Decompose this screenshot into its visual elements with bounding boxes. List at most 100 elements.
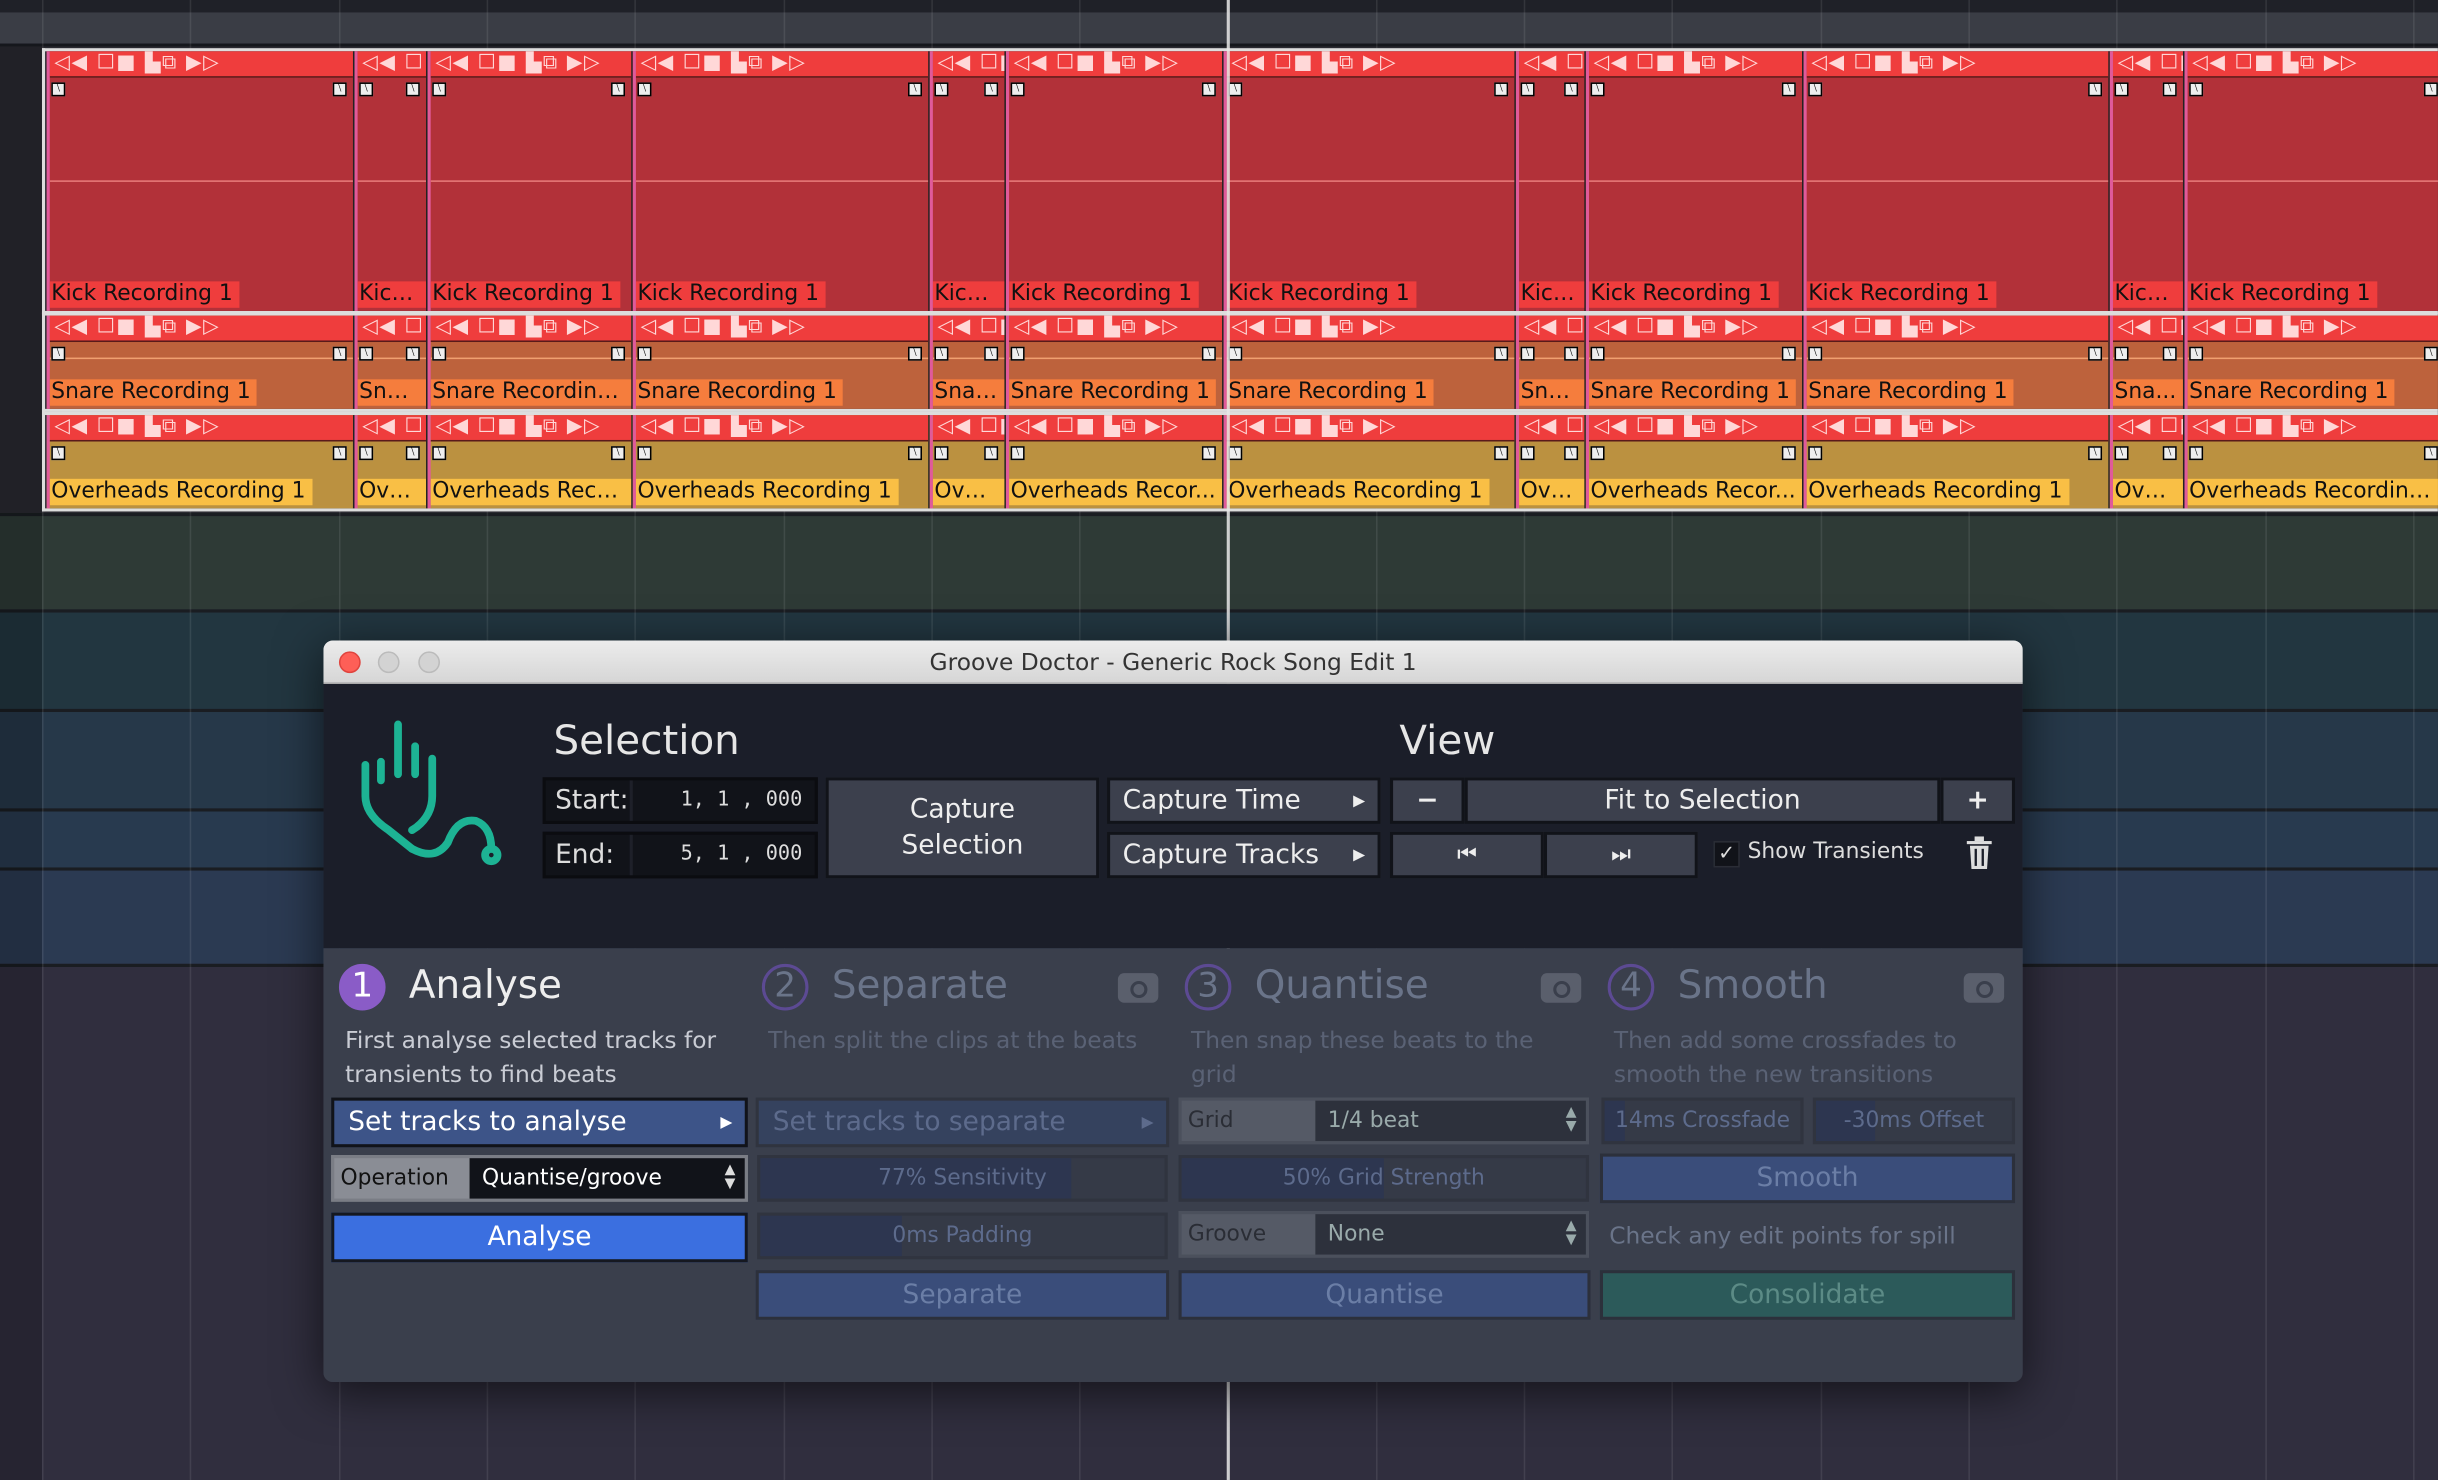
previous-transient-button[interactable]: ⏮ <box>1389 831 1544 879</box>
offset-slider[interactable]: -30ms Offset <box>1812 1097 2016 1145</box>
fade-handle-icon[interactable]: ⧵ <box>1201 346 1216 361</box>
fade-handle-icon[interactable]: ⧵ <box>2423 82 2438 97</box>
clip-header[interactable]: ◁◀ ☐■ ▙⧉ ▶▷ <box>1806 51 2109 78</box>
clip[interactable]: ◁◀ ☐■ ▙⧉ ▶▷ ⧵ ⧵ Snar... <box>929 315 1006 409</box>
clip[interactable]: ◁◀ ☐■ ▙⧉ ▶▷ ⧵ ⧵ Snare Recording 1 <box>1005 315 1224 409</box>
fade-handle-icon[interactable]: ⧵ <box>405 446 420 461</box>
fade-handle-icon[interactable]: ⧵ <box>1010 346 1025 361</box>
fade-handle-icon[interactable]: ⧵ <box>1520 346 1535 361</box>
fade-handle-icon[interactable]: ⧵ <box>432 346 447 361</box>
grid-strength-slider[interactable]: 50% Grid Strength <box>1178 1155 1590 1202</box>
fade-handle-icon[interactable]: ⧵ <box>2088 82 2103 97</box>
clip[interactable]: ◁◀ ☐■ ▙⧉ ▶▷ ⧵ ⧵ Kick Recording 1 <box>1803 51 2110 311</box>
fade-handle-icon[interactable]: ⧵ <box>432 446 447 461</box>
clip-header[interactable]: ◁◀ ☐■ ▙⧉ ▶▷ <box>635 415 929 442</box>
fade-handle-icon[interactable]: ⧵ <box>332 82 347 97</box>
clip[interactable]: ◁◀ ☐■ ▙⧉ ▶▷ ⧵ ⧵ Overheads Recor... <box>1585 415 1804 509</box>
clip-header[interactable]: ◁◀ ☐■ ▙⧉ ▶▷ <box>932 315 1004 343</box>
fade-handle-icon[interactable]: ⧵ <box>984 346 999 361</box>
clip[interactable]: ◁◀ ☐■ ▙⧉ ▶▷ ⧵ ⧵ Kick ... <box>929 51 1006 311</box>
clip-header[interactable]: ◁◀ ☐■ ▙⧉ ▶▷ <box>357 315 426 343</box>
clip[interactable]: ◁◀ ☐■ ▙⧉ ▶▷ ⧵ ⧵ Kick Recording 1 <box>1585 51 1804 311</box>
separate-button[interactable]: Separate <box>755 1270 1170 1320</box>
fade-handle-icon[interactable]: ⧵ <box>51 346 66 361</box>
trash-icon[interactable] <box>1965 836 1993 870</box>
padding-slider[interactable]: 0ms Padding <box>757 1212 1168 1260</box>
quantise-button[interactable]: Quantise <box>1178 1270 1591 1320</box>
fade-handle-icon[interactable]: ⧵ <box>1228 82 1243 97</box>
clip[interactable]: ◁◀ ☐■ ▙⧉ ▶▷ ⧵ ⧵ Kick Recording 1 <box>632 51 930 311</box>
clip[interactable]: ◁◀ ☐■ ▙⧉ ▶▷ ⧵ ⧵ Snare Recording 1 <box>46 315 355 409</box>
sensitivity-slider[interactable]: 77% Sensitivity <box>757 1155 1168 1202</box>
fade-handle-icon[interactable]: ⧵ <box>1808 346 1823 361</box>
fade-handle-icon[interactable]: ⧵ <box>984 446 999 461</box>
ruler[interactable] <box>0 12 2438 47</box>
fade-handle-icon[interactable]: ⧵ <box>1201 446 1216 461</box>
clip[interactable]: ◁◀ ☐■ ▙⧉ ▶▷ ⧵ ⧵ Sna... <box>2109 315 2185 409</box>
next-transient-button[interactable]: ⏭ <box>1543 831 1698 879</box>
fade-handle-icon[interactable]: ⧵ <box>405 346 420 361</box>
fade-handle-icon[interactable]: ⧵ <box>2423 346 2438 361</box>
fade-handle-icon[interactable]: ⧵ <box>934 346 949 361</box>
title-bar[interactable]: Groove Doctor - Generic Rock Song Edit 1 <box>323 640 2023 685</box>
clip-header[interactable]: ◁◀ ☐■ ▙⧉ ▶▷ <box>1226 51 1515 78</box>
clip[interactable]: ◁◀ ☐■ ▙⧉ ▶▷ ⧵ ⧵ Sna... <box>1515 315 1586 409</box>
clip-header[interactable]: ◁◀ ☐■ ▙⧉ ▶▷ <box>2112 415 2183 442</box>
fade-handle-icon[interactable]: ⧵ <box>984 82 999 97</box>
fit-to-selection-button[interactable]: Fit to Selection <box>1464 777 1941 824</box>
analyse-button[interactable]: Analyse <box>331 1212 748 1263</box>
fade-handle-icon[interactable]: ⧵ <box>1590 446 1605 461</box>
grid-select[interactable]: Grid 1/4 beat ▲ ▼ <box>1178 1097 1590 1145</box>
capture-tracks-button[interactable]: Capture Tracks ▶ <box>1107 831 1381 879</box>
fade-handle-icon[interactable]: ⧵ <box>51 446 66 461</box>
clip[interactable]: ◁◀ ☐■ ▙⧉ ▶▷ ⧵ ⧵ Snare Recording 1 <box>632 315 930 409</box>
clip[interactable]: ◁◀ ☐■ ▙⧉ ▶▷ ⧵ ⧵ Snare Recording 1 <box>2184 315 2438 409</box>
clip[interactable]: ◁◀ ☐■ ▙⧉ ▶▷ ⧵ ⧵ Overheads Recording 1 <box>632 415 930 509</box>
crossfade-slider[interactable]: 14ms Crossfade <box>1601 1097 1804 1145</box>
clip-header[interactable]: ◁◀ ☐■ ▙⧉ ▶▷ <box>932 51 1004 78</box>
fade-handle-icon[interactable]: ⧵ <box>1564 82 1579 97</box>
clip[interactable]: ◁◀ ☐■ ▙⧉ ▶▷ ⧵ ⧵ Kick ... <box>354 51 428 311</box>
fade-handle-icon[interactable]: ⧵ <box>1590 82 1605 97</box>
fade-handle-icon[interactable]: ⧵ <box>432 82 447 97</box>
capture-selection-button[interactable]: Capture Selection <box>825 777 1100 879</box>
smooth-button[interactable]: Smooth <box>1599 1153 2016 1204</box>
camera-snapshot-icon[interactable] <box>1117 973 1159 1003</box>
groove-select[interactable]: Groove None ▲ ▼ <box>1178 1211 1590 1258</box>
fade-handle-icon[interactable]: ⧵ <box>405 82 420 97</box>
zoom-in-button[interactable]: + <box>1940 777 2016 824</box>
clip-header[interactable]: ◁◀ ☐■ ▙⧉ ▶▷ <box>430 415 632 442</box>
clip[interactable]: ◁◀ ☐■ ▙⧉ ▶▷ ⧵ ⧵ Kick... <box>2109 51 2185 311</box>
camera-snapshot-icon[interactable] <box>1963 973 2005 1003</box>
set-tracks-to-separate-button[interactable]: Set tracks to separate ▶ <box>755 1097 1170 1148</box>
clip-header[interactable]: ◁◀ ☐■ ▙⧉ ▶▷ <box>1519 315 1584 343</box>
clip[interactable]: ◁◀ ☐■ ▙⧉ ▶▷ ⧵ ⧵ Kick Recording 1 <box>1005 51 1224 311</box>
clip-header[interactable]: ◁◀ ☐■ ▙⧉ ▶▷ <box>49 315 353 343</box>
clip[interactable]: ◁◀ ☐■ ▙⧉ ▶▷ ⧵ ⧵ Snare Recording 1 <box>1803 315 2110 409</box>
start-field[interactable]: Start: 1, 1 , 000 <box>542 777 818 824</box>
fade-handle-icon[interactable]: ⧵ <box>1010 446 1025 461</box>
clip[interactable]: ◁◀ ☐■ ▙⧉ ▶▷ ⧵ ⧵ Overheads Reco... <box>427 415 633 509</box>
clip-header[interactable]: ◁◀ ☐■ ▙⧉ ▶▷ <box>2112 315 2183 343</box>
clip-header[interactable]: ◁◀ ☐■ ▙⧉ ▶▷ <box>1589 415 1803 442</box>
fade-handle-icon[interactable]: ⧵ <box>2114 446 2129 461</box>
clip-header[interactable]: ◁◀ ☐■ ▙⧉ ▶▷ <box>1589 51 1803 78</box>
fade-handle-icon[interactable]: ⧵ <box>2189 446 2204 461</box>
fade-handle-icon[interactable]: ⧵ <box>1564 346 1579 361</box>
clip-header[interactable]: ◁◀ ☐■ ▙⧉ ▶▷ <box>430 315 632 343</box>
clip[interactable]: ◁◀ ☐■ ▙⧉ ▶▷ ⧵ ⧵ Ove... <box>929 415 1006 509</box>
fade-handle-icon[interactable]: ⧵ <box>1520 446 1535 461</box>
fade-handle-icon[interactable]: ⧵ <box>332 346 347 361</box>
clip[interactable]: ◁◀ ☐■ ▙⧉ ▶▷ ⧵ ⧵ Kick Recording 1 <box>46 51 355 311</box>
fade-handle-icon[interactable]: ⧵ <box>1781 346 1796 361</box>
groove-value[interactable]: None ▲ ▼ <box>1315 1214 1586 1255</box>
clip-header[interactable]: ◁◀ ☐■ ▙⧉ ▶▷ <box>1226 415 1515 442</box>
fade-handle-icon[interactable]: ⧵ <box>359 82 374 97</box>
clip-header[interactable]: ◁◀ ☐■ ▙⧉ ▶▷ <box>1806 415 2109 442</box>
clip[interactable]: ◁◀ ☐■ ▙⧉ ▶▷ ⧵ ⧵ Overheads Recor... <box>1005 415 1224 509</box>
end-value[interactable]: 5, 1 , 000 <box>681 843 803 866</box>
clip-header[interactable]: ◁◀ ☐■ ▙⧉ ▶▷ <box>1009 415 1223 442</box>
fade-handle-icon[interactable]: ⧵ <box>2189 346 2204 361</box>
clip[interactable]: ◁◀ ☐■ ▙⧉ ▶▷ ⧵ ⧵ Kick Recording 1 <box>1223 51 1516 311</box>
fade-handle-icon[interactable]: ⧵ <box>332 446 347 461</box>
